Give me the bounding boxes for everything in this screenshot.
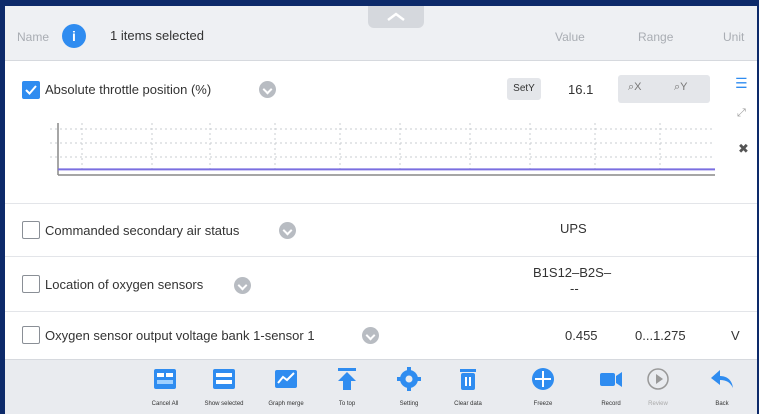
row-value: 0.455 bbox=[565, 328, 598, 343]
play-circle-icon bbox=[647, 368, 669, 390]
gear-icon bbox=[397, 367, 421, 391]
info-icon[interactable]: i bbox=[62, 24, 86, 48]
show-selected-button[interactable]: Show selected bbox=[194, 366, 254, 407]
expand-icon[interactable]: ⤢ bbox=[737, 107, 746, 120]
value-column-label: Value bbox=[555, 30, 585, 44]
data-row-throttle[interactable]: Absolute throttle position (%) SetY 16.1… bbox=[5, 61, 757, 204]
collapse-header-button[interactable] bbox=[368, 6, 424, 28]
row-value: 16.1 bbox=[568, 82, 594, 97]
setting-button[interactable]: Setting bbox=[379, 366, 439, 407]
freeze-icon bbox=[532, 368, 554, 390]
row-label: Absolute throttle position (%) bbox=[45, 82, 212, 97]
video-camera-icon bbox=[600, 372, 622, 387]
cancel-all-icon bbox=[154, 369, 176, 389]
review-button[interactable]: Review bbox=[628, 366, 688, 407]
arrow-up-icon bbox=[338, 368, 356, 390]
row-checkbox[interactable] bbox=[22, 221, 40, 239]
name-column-label: Name bbox=[17, 30, 50, 44]
dropdown-icon[interactable] bbox=[259, 81, 276, 98]
row-unit: V bbox=[731, 328, 740, 343]
row-label: Location of oxygen sensors bbox=[45, 277, 204, 292]
row-checkbox[interactable] bbox=[22, 81, 40, 99]
show-selected-icon bbox=[213, 369, 235, 389]
clear-data-button[interactable]: Clear data bbox=[438, 366, 498, 407]
dropdown-icon[interactable] bbox=[362, 327, 379, 344]
graph-merge-icon bbox=[275, 370, 297, 388]
range-column-label: Range bbox=[638, 30, 674, 44]
chevron-up-icon bbox=[387, 12, 405, 21]
back-button[interactable]: Back bbox=[692, 366, 752, 407]
set-y-button[interactable]: SetY bbox=[507, 78, 541, 100]
freeze-button[interactable]: Freeze bbox=[513, 366, 573, 407]
dropdown-icon[interactable] bbox=[234, 277, 251, 294]
row-label: Commanded secondary air status bbox=[45, 223, 240, 238]
zoom-y-button[interactable]: ⌕Y bbox=[674, 81, 688, 94]
column-header: Name i 1 items selected Value Range Unit bbox=[5, 6, 757, 61]
row-range: 0...1.275 bbox=[635, 328, 686, 343]
throttle-graph bbox=[50, 123, 715, 176]
unit-column-label: Unit bbox=[723, 30, 745, 44]
zoom-x-button[interactable]: ⌕X bbox=[628, 81, 642, 94]
to-top-button[interactable]: To top bbox=[317, 366, 377, 407]
data-row-secondary-air[interactable]: Commanded secondary air status UPS bbox=[5, 204, 757, 257]
selected-count: 1 items selected bbox=[110, 28, 204, 43]
close-icon[interactable]: ✖ bbox=[738, 141, 749, 157]
app-frame: Name i 1 items selected Value Range Unit… bbox=[5, 6, 757, 414]
menu-icon[interactable]: ☰ bbox=[735, 75, 748, 92]
check-icon bbox=[25, 85, 37, 95]
row-value-line1: B1S12–B2S– bbox=[533, 265, 612, 280]
bottom-toolbar: Cancel All Show selected Graph merge To … bbox=[5, 359, 757, 414]
row-value: UPS bbox=[560, 221, 587, 236]
data-row-oxygen-voltage[interactable]: Oxygen sensor output voltage bank 1-sens… bbox=[5, 312, 757, 360]
data-row-oxygen-location[interactable]: Location of oxygen sensors B1S12–B2S– -- bbox=[5, 257, 757, 312]
zoom-buttons: ⌕X ⌕Y bbox=[618, 75, 710, 103]
row-value-line2: -- bbox=[570, 281, 579, 296]
cancel-all-button[interactable]: Cancel All bbox=[135, 366, 195, 407]
dropdown-icon[interactable] bbox=[279, 222, 296, 239]
row-checkbox[interactable] bbox=[22, 326, 40, 344]
back-arrow-icon bbox=[711, 370, 733, 388]
row-label: Oxygen sensor output voltage bank 1-sens… bbox=[45, 328, 315, 343]
trash-icon bbox=[460, 369, 476, 390]
graph-merge-button[interactable]: Graph merge bbox=[256, 366, 316, 407]
row-checkbox[interactable] bbox=[22, 275, 40, 293]
